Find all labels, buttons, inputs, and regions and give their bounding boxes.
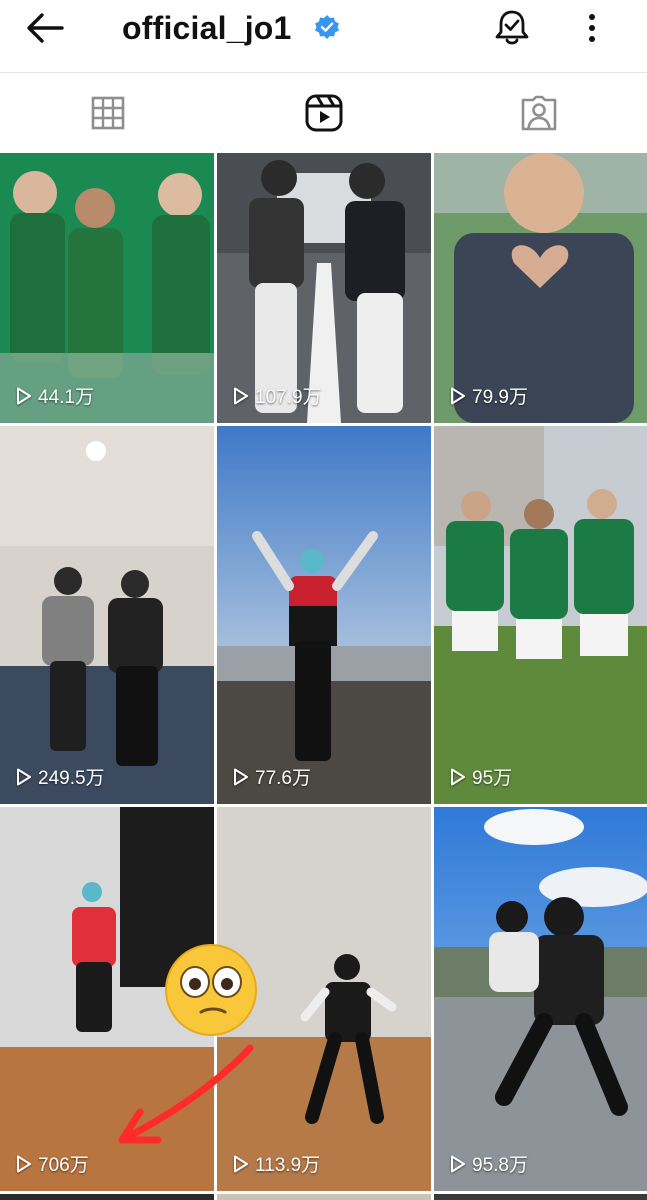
reel-tile[interactable] bbox=[217, 1194, 431, 1200]
play-icon bbox=[17, 768, 31, 785]
back-arrow-icon[interactable] bbox=[22, 10, 70, 46]
reels-grid: 44.1万 107.9万 79.9万 249.5万 77.6万 95万 706万… bbox=[0, 153, 647, 1200]
profile-header: official_jo1 bbox=[0, 0, 647, 70]
reel-view-count: 95万 bbox=[450, 763, 512, 790]
reel-tile[interactable]: 249.5万 bbox=[0, 426, 214, 804]
reel-thumbnail bbox=[0, 426, 214, 804]
reel-thumbnail bbox=[434, 807, 647, 1191]
reel-view-count: 107.9万 bbox=[233, 382, 322, 409]
reel-tile[interactable]: 44.1万 bbox=[0, 153, 214, 423]
play-icon bbox=[451, 387, 465, 404]
reel-view-count: 44.1万 bbox=[16, 382, 94, 409]
profile-username: official_jo1 bbox=[122, 10, 292, 46]
reel-view-count: 113.9万 bbox=[233, 1150, 320, 1177]
reel-thumbnail bbox=[434, 426, 647, 804]
tab-posts[interactable] bbox=[0, 73, 215, 153]
reel-view-count: 95.8万 bbox=[450, 1150, 528, 1177]
verified-badge-icon bbox=[315, 15, 339, 39]
reel-tile[interactable] bbox=[0, 1194, 214, 1200]
reels-icon bbox=[305, 94, 342, 132]
reel-tile[interactable]: 107.9万 bbox=[217, 153, 431, 423]
reel-tile[interactable]: 77.6万 bbox=[217, 426, 431, 804]
play-icon bbox=[234, 387, 248, 404]
grid-icon bbox=[91, 96, 124, 130]
tab-tagged[interactable] bbox=[431, 73, 646, 153]
flushed-face-emoji bbox=[165, 944, 257, 1036]
profile-tabs bbox=[0, 73, 647, 153]
notification-bell-icon[interactable] bbox=[492, 8, 532, 48]
reel-view-count: 79.9万 bbox=[450, 382, 528, 409]
reel-view-count: 77.6万 bbox=[233, 763, 311, 790]
reel-view-count: 706万 bbox=[16, 1150, 89, 1177]
play-icon bbox=[17, 387, 31, 404]
reel-tile[interactable]: 79.9万 bbox=[434, 153, 647, 423]
play-icon bbox=[17, 1155, 31, 1172]
play-icon bbox=[234, 768, 248, 785]
tab-reels[interactable] bbox=[216, 73, 431, 153]
reel-view-count: 249.5万 bbox=[16, 763, 105, 790]
reel-tile[interactable]: 95万 bbox=[434, 426, 647, 804]
play-icon bbox=[234, 1155, 248, 1172]
red-hand-drawn-arrow bbox=[118, 1044, 254, 1144]
reel-tile[interactable] bbox=[434, 1194, 647, 1200]
play-icon bbox=[451, 1155, 465, 1172]
reel-thumbnail bbox=[217, 426, 431, 804]
more-vertical-icon[interactable] bbox=[580, 8, 604, 48]
tagged-person-icon bbox=[521, 95, 556, 131]
play-icon bbox=[451, 768, 465, 785]
reel-tile[interactable]: 95.8万 bbox=[434, 807, 647, 1191]
